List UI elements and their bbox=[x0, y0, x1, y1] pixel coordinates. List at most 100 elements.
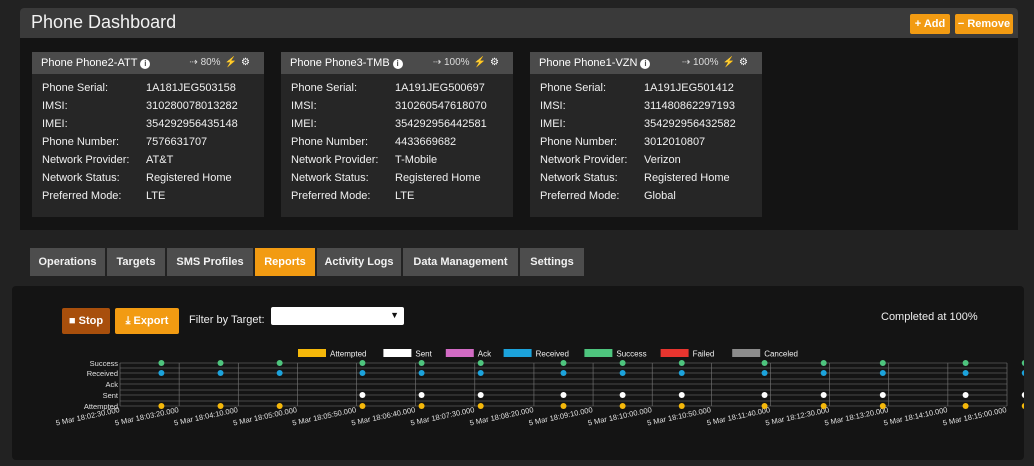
data-point bbox=[619, 370, 626, 376]
remove-button-label: Remove bbox=[967, 18, 1011, 30]
phone-detail-row: Preferred Mode: Global bbox=[540, 187, 762, 205]
phone-card-title: Phone Phone1-VZN i bbox=[539, 57, 651, 69]
tab-sms-profiles[interactable]: SMS Profiles bbox=[167, 248, 253, 276]
detail-label: Phone Number: bbox=[291, 136, 369, 148]
detail-value: 310280078013282 bbox=[146, 100, 238, 112]
data-point bbox=[879, 370, 886, 376]
detail-label: IMSI: bbox=[291, 100, 317, 112]
data-point bbox=[477, 392, 484, 398]
remove-button[interactable]: − Remove bbox=[955, 14, 1013, 34]
legend-label: Success bbox=[616, 350, 646, 359]
detail-label: Phone Number: bbox=[540, 136, 618, 148]
legend-label: Attempted bbox=[330, 350, 366, 359]
data-point bbox=[1021, 392, 1024, 398]
legend-swatch bbox=[584, 349, 613, 357]
detail-label: Network Provider: bbox=[42, 154, 130, 166]
detail-label: Preferred Mode: bbox=[291, 190, 371, 202]
data-point bbox=[418, 360, 425, 366]
data-point bbox=[678, 403, 685, 409]
gear-icon[interactable]: ⚙ bbox=[241, 57, 250, 68]
x-tick-label: 5 Mar 18:15:00.000 bbox=[942, 405, 1007, 427]
phone-card: Phone Phone1-VZN i ⇢ 100% ⚡ ⚙ Phone Serial:… bbox=[530, 52, 762, 217]
data-point bbox=[560, 392, 567, 398]
phone-card: Phone Phone3-TMB i ⇢ 100% ⚡ ⚙ Phone Serial:… bbox=[281, 52, 513, 217]
detail-label: Preferred Mode: bbox=[42, 190, 122, 202]
data-point bbox=[359, 403, 366, 409]
tab-settings[interactable]: Settings bbox=[520, 248, 584, 276]
detail-value: 311480862297193 bbox=[644, 100, 735, 112]
data-point bbox=[158, 370, 165, 376]
detail-value: 4433669682 bbox=[395, 136, 457, 148]
detail-label: IMSI: bbox=[540, 100, 566, 112]
legend-swatch bbox=[660, 349, 689, 357]
detail-label: Network Provider: bbox=[540, 154, 628, 166]
data-point bbox=[560, 403, 567, 409]
data-point bbox=[820, 360, 827, 366]
data-point bbox=[359, 360, 366, 366]
info-icon[interactable]: i bbox=[640, 59, 651, 69]
tab-targets[interactable]: Targets bbox=[107, 248, 165, 276]
y-tick-label: Sent bbox=[103, 391, 119, 400]
detail-value: 310260547618070 bbox=[395, 100, 487, 112]
phone-detail-row: Preferred Mode: LTE bbox=[291, 187, 513, 205]
detail-label: Phone Number: bbox=[42, 136, 120, 148]
data-point bbox=[158, 403, 165, 409]
data-point bbox=[1021, 403, 1024, 409]
x-tick-label: 5 Mar 18:07:30.000 bbox=[410, 405, 475, 427]
legend-swatch bbox=[445, 349, 474, 357]
tab-operations[interactable]: Operations bbox=[30, 248, 105, 276]
data-point bbox=[761, 403, 768, 409]
detail-value: 354292956435148 bbox=[146, 118, 238, 130]
phone-status: ⇢ 80% ⚡ ⚙ bbox=[189, 57, 250, 68]
detail-value: 7576631707 bbox=[146, 136, 208, 148]
data-point bbox=[359, 370, 366, 376]
phone-status: ⇢ 100% ⚡ ⚙ bbox=[433, 57, 499, 68]
phone-detail-row: Phone Number: 7576631707 bbox=[42, 133, 264, 151]
page-title: Phone Dashboard bbox=[31, 12, 177, 32]
legend-label: Received bbox=[536, 350, 569, 359]
data-point bbox=[1021, 370, 1024, 376]
info-icon[interactable]: i bbox=[392, 59, 403, 69]
detail-value: 1A191JEG501412 bbox=[644, 82, 734, 94]
data-point bbox=[962, 403, 969, 409]
gear-icon[interactable]: ⚙ bbox=[739, 57, 748, 68]
tab-reports[interactable]: Reports bbox=[255, 248, 315, 276]
data-point bbox=[619, 403, 626, 409]
phone-detail-row: IMEI: 354292956442581 bbox=[291, 115, 513, 133]
tab-activity-logs[interactable]: Activity Logs bbox=[317, 248, 401, 276]
report-timeline-chart: Attempted Sent Ack Received Success Failed Can… bbox=[55, 349, 1024, 427]
x-tick-label: 5 Mar 18:12:30.000 bbox=[765, 405, 830, 427]
detail-label: Phone Serial: bbox=[42, 82, 109, 94]
reports-panel: ■ Stop ⤓ Export Filter by Target: ▼ Comp… bbox=[12, 286, 1024, 460]
data-point bbox=[276, 403, 283, 409]
tab-data-management[interactable]: Data Management bbox=[403, 248, 518, 276]
detail-label: Network Status: bbox=[42, 172, 120, 184]
data-point bbox=[217, 403, 224, 409]
add-button[interactable]: + Add bbox=[910, 14, 950, 34]
detail-value: LTE bbox=[146, 190, 166, 202]
x-tick-label: 5 Mar 18:09:10.000 bbox=[528, 405, 593, 427]
detail-label: Preferred Mode: bbox=[540, 190, 620, 202]
legend-label: Canceled bbox=[764, 350, 798, 359]
data-point bbox=[619, 392, 626, 398]
legend-swatch bbox=[383, 349, 412, 357]
add-button-label: Add bbox=[923, 18, 946, 30]
data-point bbox=[217, 370, 224, 376]
data-point bbox=[962, 360, 969, 366]
y-tick-label: Received bbox=[87, 369, 118, 378]
phone-detail-row: Network Status: Registered Home bbox=[540, 169, 762, 187]
phone-card-header: Phone Phone3-TMB i ⇢ 100% ⚡ ⚙ bbox=[281, 52, 513, 74]
legend-label: Sent bbox=[415, 350, 432, 359]
phone-detail-row: Network Provider: AT&T bbox=[42, 151, 264, 169]
detail-value: Registered Home bbox=[644, 172, 730, 184]
x-tick-label: 5 Mar 18:08:20.000 bbox=[469, 405, 534, 427]
detail-label: Phone Serial: bbox=[540, 82, 607, 94]
phone-detail-row: Network Status: Registered Home bbox=[42, 169, 264, 187]
detail-value: 1A181JEG503158 bbox=[146, 82, 236, 94]
data-point bbox=[761, 370, 768, 376]
data-point bbox=[820, 403, 827, 409]
detail-label: Phone Serial: bbox=[291, 82, 358, 94]
info-icon[interactable]: i bbox=[140, 59, 151, 69]
detail-value: T-Mobile bbox=[395, 154, 438, 166]
gear-icon[interactable]: ⚙ bbox=[490, 57, 499, 68]
